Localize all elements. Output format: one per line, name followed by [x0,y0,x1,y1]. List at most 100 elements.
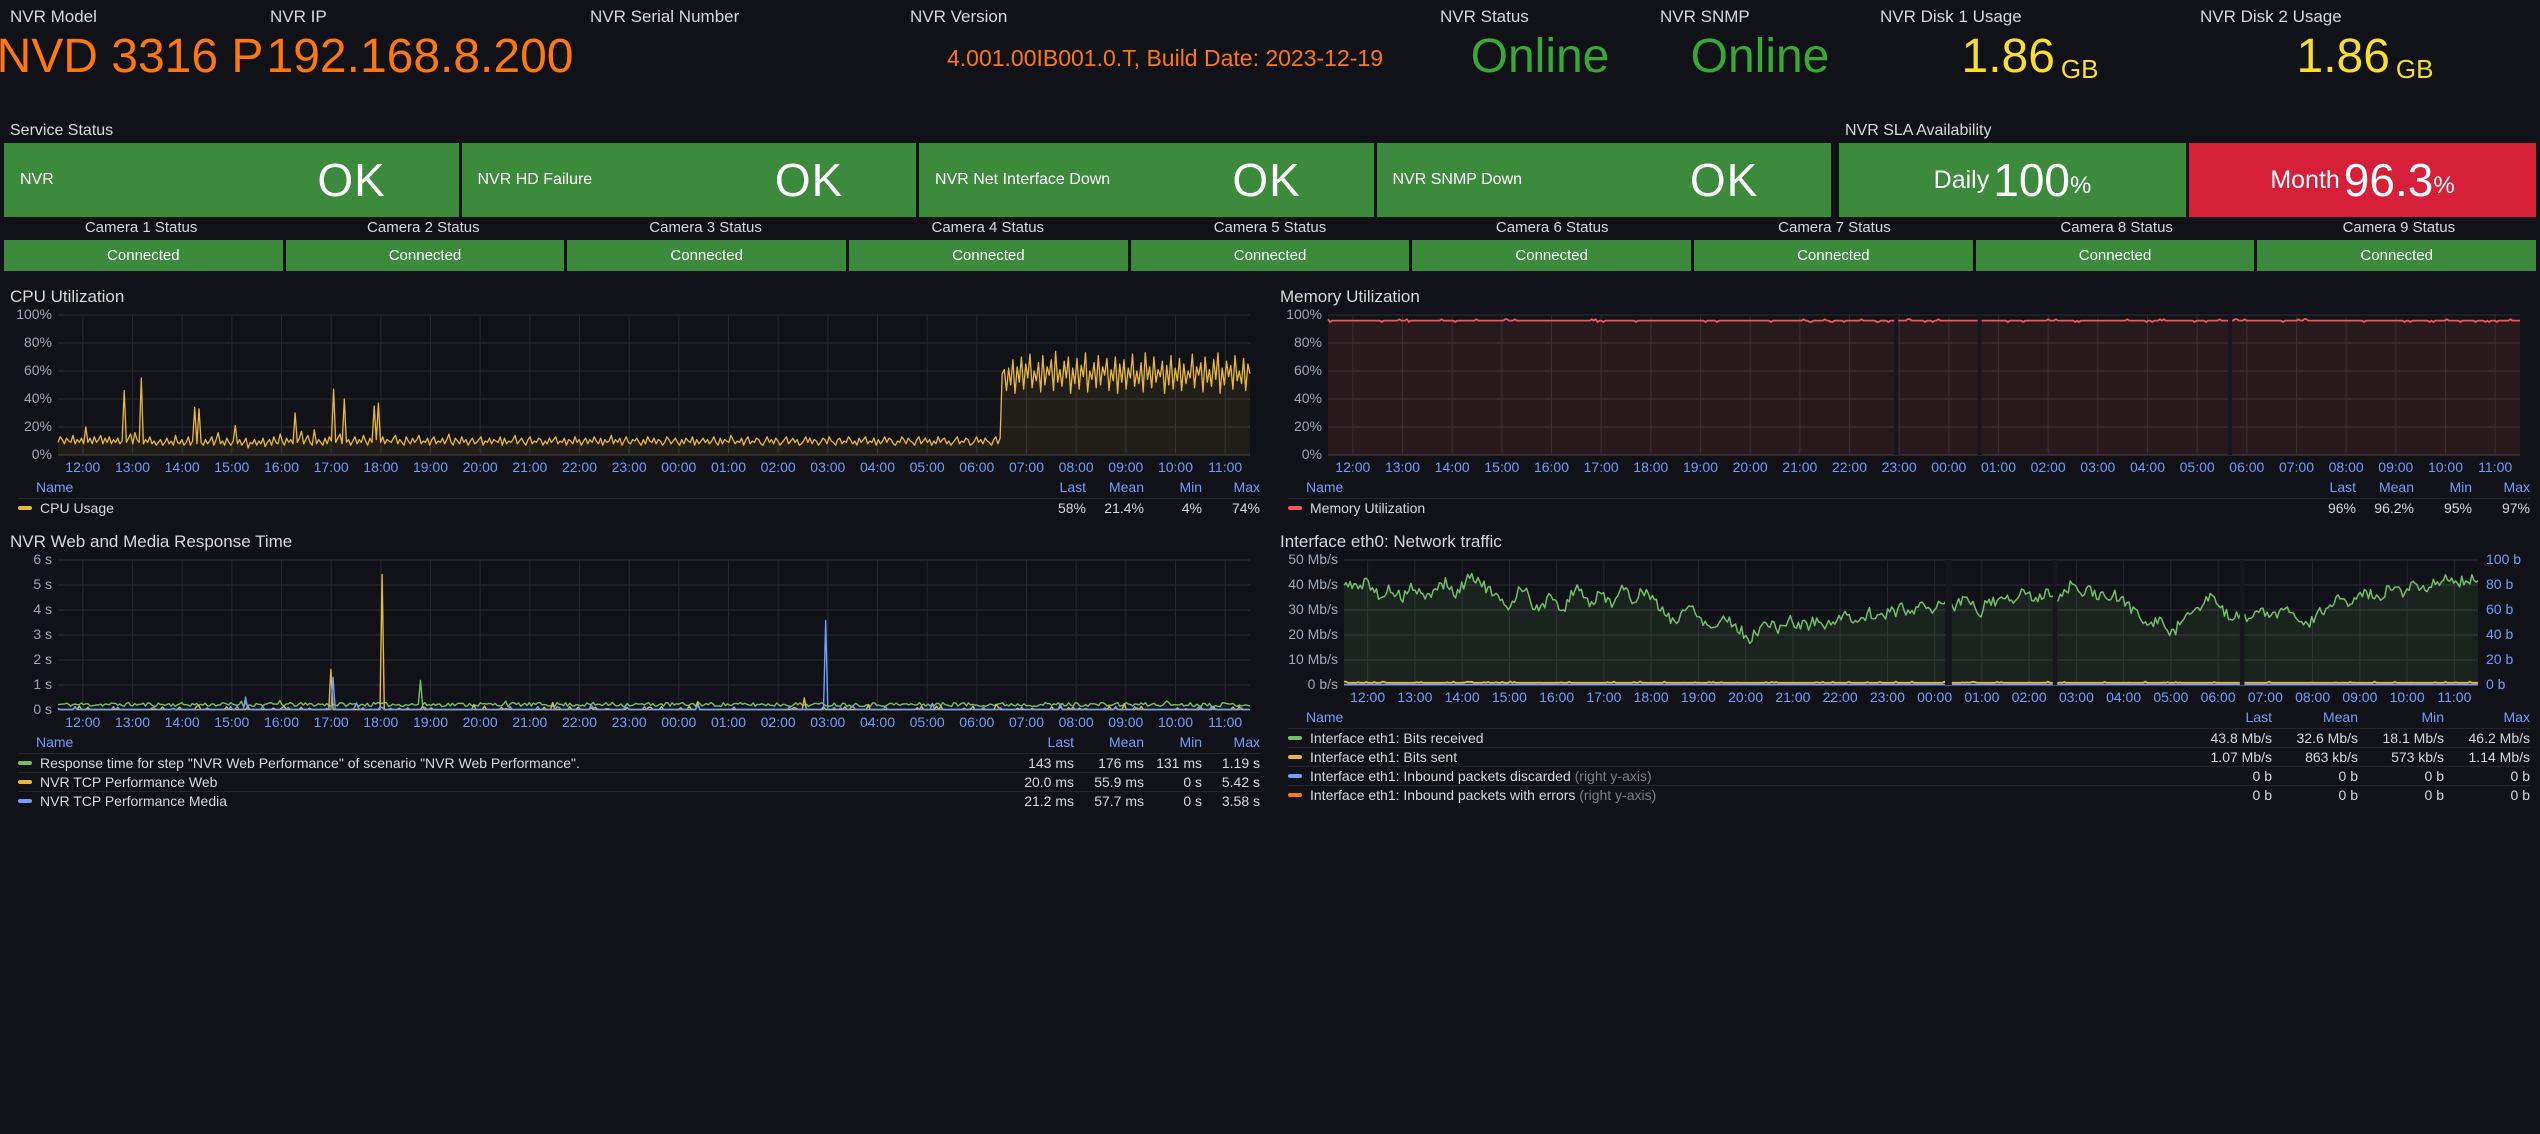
top-stat-row: NVR Model NVD 3316 P NVR IP 192.168.8.20… [0,0,2540,118]
legend-header-last[interactable]: Last [2298,479,2356,495]
panel-network-traffic: Interface eth0: Network traffic 0 b/s10 … [1270,527,2540,810]
legend-header-name[interactable]: Name [1288,479,2298,495]
x-axis-tick: 23:00 [1877,459,1921,475]
legend-header-name[interactable]: Name [18,734,1004,750]
legend-header-mean[interactable]: Mean [2272,709,2358,725]
camera-title-3: Camera 3 Status [564,219,846,240]
legend-header-max[interactable]: Max [2472,479,2530,495]
legend-row[interactable]: NVR TCP Performance Web 20.0 ms 55.9 ms … [18,772,1260,791]
service-cell-nvr-hd-failure[interactable]: NVR HD Failure OK [462,143,917,217]
x-axis-tick: 05:00 [905,459,949,475]
legend-header-min[interactable]: Min [1144,479,1202,495]
stat-nvr-ip[interactable]: NVR IP 192.168.8.200 [260,0,580,118]
x-axis-tick: 00:00 [657,714,701,730]
service-cell-nvr-snmp-down[interactable]: NVR SNMP Down OK [1377,143,1832,217]
legend-row[interactable]: CPU Usage 58% 21.4% 4% 74% [18,498,1260,517]
y-axis-tick: 20 Mb/s [1288,626,1338,642]
camera-status-cell-8[interactable]: Connected [1976,240,2255,271]
legend-row[interactable]: Interface eth1: Inbound packets with err… [1288,785,2530,804]
camera-status-cell-3[interactable]: Connected [567,240,846,271]
legend-row[interactable]: Response time for step "NVR Web Performa… [18,753,1260,772]
series-color-swatch-icon [18,799,32,803]
legend-max: 97% [2472,500,2530,516]
x-axis-tick: 03:00 [806,714,850,730]
series-color-swatch-icon [1288,755,1302,759]
y-axis-tick: 2 s [33,651,52,667]
x-axis-tick: 13:00 [1381,459,1425,475]
legend-series-name: NVR TCP Performance Web [40,774,217,790]
legend-header-last[interactable]: Last [2186,709,2272,725]
legend-mean: 0 b [2272,768,2358,784]
legend-series-name: Interface eth1: Bits sent [1310,749,1457,765]
legend-row[interactable]: Memory Utilization 96% 96.2% 95% 97% [1288,498,2530,517]
stat-value: 1.86 [1962,33,2055,81]
stat-nvr-disk-1-usage[interactable]: NVR Disk 1 Usage 1.86GB [1870,0,2190,118]
response-plot-area[interactable]: 0 s1 s2 s3 s4 s5 s6 s12:0013:0014:0015:0… [0,552,1270,732]
y2-axis-tick: 0 b [2486,676,2505,692]
camera-status-cell-7[interactable]: Connected [1694,240,1973,271]
legend-min: 0 s [1144,793,1202,809]
x-axis-tick: 18:00 [1629,459,1673,475]
x-axis-tick: 21:00 [1778,459,1822,475]
camera-status-cell-2[interactable]: Connected [286,240,565,271]
legend-header-last[interactable]: Last [1004,734,1074,750]
legend-series-name: Interface eth1: Inbound packets discarde… [1310,768,1571,784]
sla-percent-sign: % [2070,172,2091,200]
y2-axis-tick: 60 b [2486,601,2513,617]
legend-max: 3.58 s [1202,793,1260,809]
camera-status-cell-6[interactable]: Connected [1412,240,1691,271]
camera-title-2: Camera 2 Status [282,219,564,240]
memory-plot-area[interactable]: 0%20%40%60%80%100%12:0013:0014:0015:0016… [1270,307,2540,477]
legend-row[interactable]: Interface eth1: Bits sent 1.07 Mb/s 863 … [1288,747,2530,766]
sla-cell-daily[interactable]: Daily 100 % [1839,143,2186,217]
x-axis-tick: 12:00 [61,714,105,730]
legend-row[interactable]: NVR TCP Performance Media 21.2 ms 57.7 m… [18,791,1260,810]
stat-nvr-status[interactable]: NVR Status Online [1430,0,1650,118]
y-axis-tick: 0 s [33,701,52,717]
service-value: OK [775,153,843,207]
x-axis-tick: 11:00 [1203,714,1247,730]
y-axis-tick: 0% [1302,446,1322,462]
legend-series-name: Response time for step "NVR Web Performa… [40,755,580,771]
legend-header-min[interactable]: Min [2414,479,2472,495]
legend-row[interactable]: Interface eth1: Inbound packets discarde… [1288,766,2530,785]
stat-nvr-snmp[interactable]: NVR SNMP Online [1650,0,1870,118]
legend-header-mean[interactable]: Mean [2356,479,2414,495]
cpu-legend: Name Last Mean Min Max CPU Usage 58% 21.… [0,477,1270,517]
legend-header-last[interactable]: Last [1028,479,1086,495]
y-axis-tick: 5 s [33,576,52,592]
legend-header-max[interactable]: Max [1202,479,1260,495]
x-axis-tick: 19:00 [409,459,453,475]
x-axis-tick: 16:00 [260,459,304,475]
stat-nvr-disk-2-usage[interactable]: NVR Disk 2 Usage 1.86GB [2190,0,2540,118]
stat-nvr-version[interactable]: NVR Version 4.001.00IB001.0.T, Build Dat… [900,0,1430,118]
legend-header-mean[interactable]: Mean [1086,479,1144,495]
camera-status-cell-9[interactable]: Connected [2257,240,2536,271]
sla-cell-month[interactable]: Month 96.3 % [2189,143,2536,217]
legend-header-mean[interactable]: Mean [1074,734,1144,750]
x-axis-tick: 15:00 [210,714,254,730]
legend-header-max[interactable]: Max [1202,734,1260,750]
y-axis-tick: 60% [24,362,52,378]
camera-status-cell-5[interactable]: Connected [1131,240,1410,271]
legend-header-name[interactable]: Name [1288,709,2186,725]
legend-header-min[interactable]: Min [2358,709,2444,725]
stat-nvr-model[interactable]: NVR Model NVD 3316 P [0,0,260,118]
cpu-plot-area[interactable]: 0%20%40%60%80%100%12:0013:0014:0015:0016… [0,307,1270,477]
x-axis-tick: 19:00 [1676,689,1720,705]
service-cell-nvr-net-interface-down[interactable]: NVR Net Interface Down OK [919,143,1374,217]
legend-header-min[interactable]: Min [1144,734,1202,750]
stat-nvr-serial-number[interactable]: NVR Serial Number [580,0,900,118]
legend-last: 20.0 ms [1004,774,1074,790]
camera-title-1: Camera 1 Status [0,219,282,240]
network-plot-area[interactable]: 0 b/s10 Mb/s20 Mb/s30 Mb/s40 Mb/s50 Mb/s… [1270,552,2540,707]
camera-status-cell-1[interactable]: Connected [4,240,283,271]
legend-min: 0 s [1144,774,1202,790]
x-axis-tick: 12:00 [1346,689,1390,705]
legend-header-name[interactable]: Name [18,479,1028,495]
service-cell-nvr[interactable]: NVR OK [4,143,459,217]
legend-row[interactable]: Interface eth1: Bits received 43.8 Mb/s … [1288,728,2530,747]
x-axis-tick: 10:00 [2424,459,2468,475]
camera-status-cell-4[interactable]: Connected [849,240,1128,271]
legend-header-max[interactable]: Max [2444,709,2530,725]
